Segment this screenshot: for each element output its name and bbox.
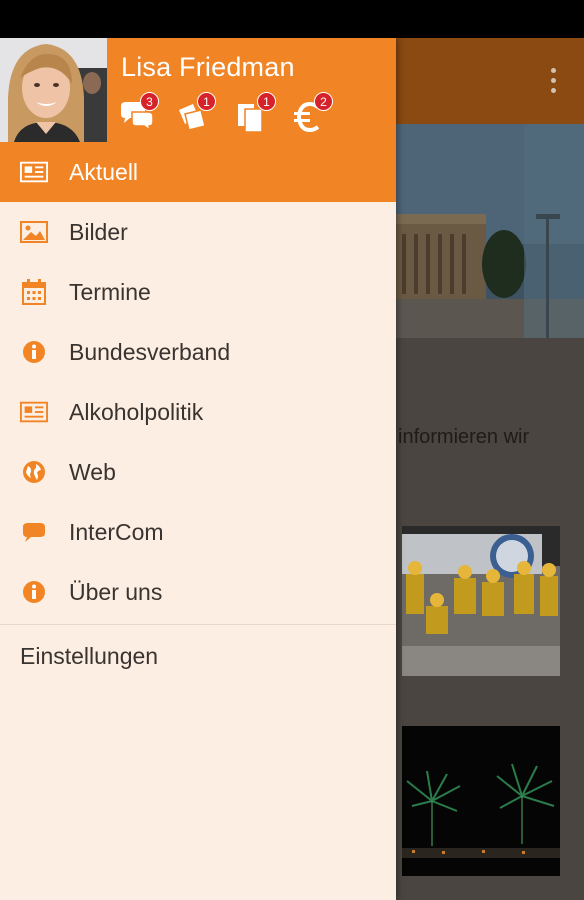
calendar-icon [20,279,48,305]
overflow-menu-icon[interactable] [550,68,558,94]
menu-item-label: Bilder [69,218,128,245]
drawer-header: Lisa Friedman 3 1 1 2 [0,38,396,142]
group-photo-thumbnail[interactable] [402,526,560,676]
user-name: Lisa Friedman [121,52,295,82]
newspaper-icon [20,399,48,425]
header-icon-row: 3 1 1 2 [118,92,388,136]
article-snippet: informieren wir [398,426,530,448]
menu-item-ueber-uns[interactable]: Über uns [0,562,396,622]
image-icon [20,219,48,245]
settings-label: Einstellungen [20,643,159,669]
globe-icon [20,459,48,485]
menu-item-label: Bundesverband [69,338,231,365]
drawer-menu: Aktuell Bilder Termine Bundesverband Alk… [0,142,396,689]
navigation-drawer: Lisa Friedman 3 1 1 2 Aktuell Bilder Ter… [0,38,396,900]
menu-item-label: Über uns [69,578,163,605]
menu-item-label: Aktuell [69,158,139,185]
status-bar [0,0,584,38]
hero-image [396,124,584,338]
menu-item-intercom[interactable]: InterCom [0,502,396,562]
documents-badge: 1 [257,92,276,111]
chat-bubble-icon [20,519,48,545]
info-icon [20,579,48,605]
fireworks-thumbnail[interactable] [402,726,560,876]
messages-badge: 3 [140,92,159,111]
menu-item-label: Alkoholpolitik [69,398,204,425]
menu-item-label: InterCom [69,518,164,545]
info-icon [20,339,48,365]
avatar[interactable] [0,38,107,142]
menu-item-bundesverband[interactable]: Bundesverband [0,322,396,382]
menu-item-label: Termine [69,278,151,305]
settings-item[interactable]: Einstellungen [0,625,396,689]
menu-item-alkoholpolitik[interactable]: Alkoholpolitik [0,382,396,442]
menu-item-termine[interactable]: Termine [0,262,396,322]
menu-item-web[interactable]: Web [0,442,396,502]
payments-badge: 2 [314,92,333,111]
documents-button[interactable]: 1 [235,92,276,136]
menu-item-aktuell[interactable]: Aktuell [0,142,396,202]
menu-item-label: Web [69,458,116,485]
tickets-badge: 1 [197,92,216,111]
menu-item-bilder[interactable]: Bilder [0,202,396,262]
newspaper-icon [20,159,48,185]
payments-button[interactable]: 2 [292,92,333,136]
messages-button[interactable]: 3 [118,92,159,136]
tickets-button[interactable]: 1 [175,92,216,136]
